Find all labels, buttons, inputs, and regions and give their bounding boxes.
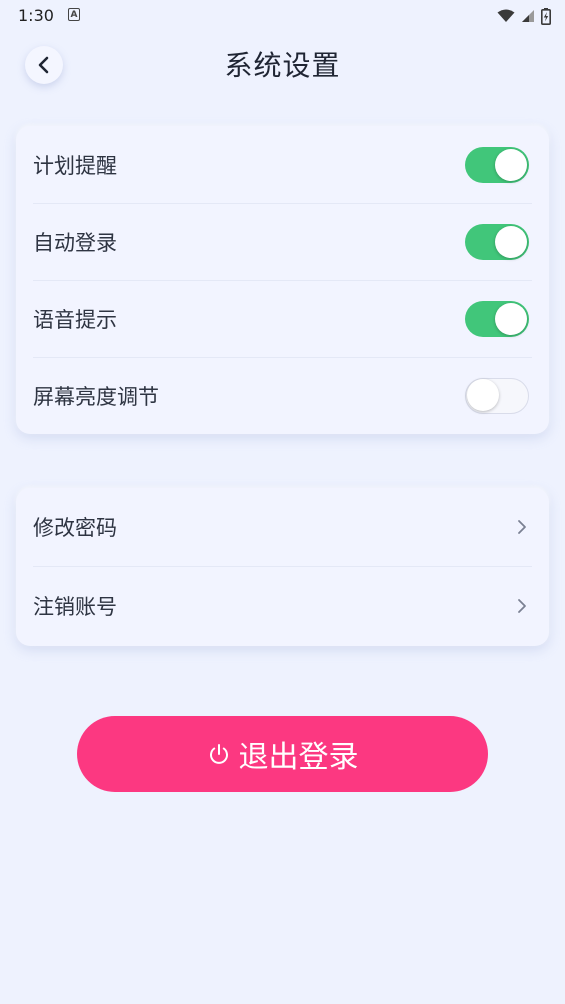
- status-bar: 1:30 A: [0, 0, 565, 32]
- auto-login-toggle[interactable]: [465, 223, 529, 260]
- page-title: 系统设置: [224, 49, 341, 82]
- toggle-knob: [495, 225, 527, 258]
- setting-label: 语音提示: [33, 307, 117, 332]
- link-label: 注销账号: [33, 595, 117, 619]
- link-label: 修改密码: [33, 516, 117, 540]
- toggle-knob: [495, 302, 527, 335]
- battery-charging-icon: [541, 7, 551, 25]
- wifi-icon: [497, 9, 515, 22]
- account-card: 修改密码 注销账号: [16, 488, 549, 646]
- setting-label: 屏幕亮度调节: [33, 384, 159, 409]
- toggle-knob: [495, 148, 527, 181]
- toggle-knob: [467, 379, 499, 411]
- brightness-toggle[interactable]: [465, 377, 529, 414]
- plan-reminder-toggle[interactable]: [465, 146, 529, 183]
- status-time: 1:30: [18, 6, 54, 25]
- voice-prompt-toggle[interactable]: [465, 300, 529, 337]
- setting-label: 自动登录: [33, 230, 117, 255]
- logout-button[interactable]: 退出登录: [77, 716, 488, 792]
- power-icon: [209, 744, 228, 764]
- setting-row-brightness: 屏幕亮度调节: [16, 357, 549, 434]
- a-icon: A: [68, 8, 80, 21]
- setting-row-plan-reminder: 计划提醒: [16, 126, 549, 203]
- status-icons: [497, 7, 551, 25]
- setting-row-voice-prompt: 语音提示: [16, 280, 549, 357]
- change-password-row[interactable]: 修改密码: [16, 488, 549, 566]
- logout-label: 退出登录: [238, 740, 359, 775]
- cancel-account-row[interactable]: 注销账号: [16, 566, 549, 646]
- setting-row-auto-login: 自动登录: [16, 203, 549, 280]
- chevron-right-icon: [518, 599, 526, 613]
- toggle-settings-card: 计划提醒 自动登录 语音提示 屏幕亮度调节: [16, 126, 549, 434]
- signal-icon: [522, 10, 534, 22]
- chevron-right-icon: [518, 520, 526, 534]
- setting-label: 计划提醒: [33, 153, 117, 178]
